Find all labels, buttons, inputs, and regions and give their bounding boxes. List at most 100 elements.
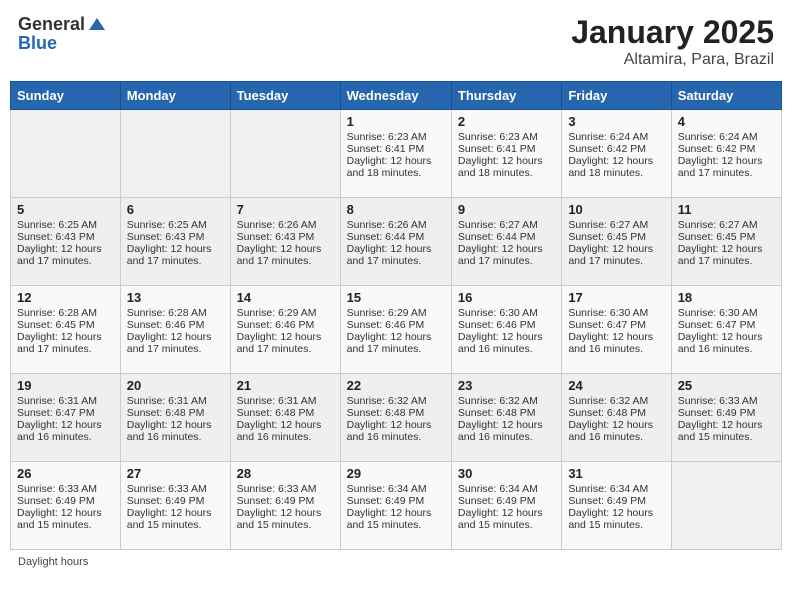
calendar-cell: 18 Sunrise: 6:30 AMSunset: 6:47 PMDayligh… [671, 286, 781, 374]
day-number: 16 [458, 290, 555, 305]
calendar-cell: 11 Sunrise: 6:27 AMSunset: 6:45 PMDayligh… [671, 198, 781, 286]
calendar-day-header: Thursday [451, 82, 561, 110]
sunset-text: Sunset: 6:48 PM [568, 407, 664, 419]
sunrise-text: Sunrise: 6:33 AM [237, 483, 334, 495]
daylight-text: Daylight: 12 hours and 17 minutes. [678, 155, 775, 179]
sunrise-text: Sunrise: 6:34 AM [347, 483, 445, 495]
sunrise-text: Sunrise: 6:33 AM [127, 483, 224, 495]
day-number: 26 [17, 466, 114, 481]
day-number: 13 [127, 290, 224, 305]
sunrise-text: Sunrise: 6:31 AM [237, 395, 334, 407]
logo-general: General [18, 15, 85, 35]
day-number: 27 [127, 466, 224, 481]
calendar-cell: 13Sunrise: 6:28 AMSunset: 6:46 PMDayligh… [120, 286, 230, 374]
day-number: 17 [568, 290, 664, 305]
day-number: 5 [17, 202, 114, 217]
sunset-text: Sunset: 6:41 PM [458, 143, 555, 155]
sunrise-text: Sunrise: 6:27 AM [458, 219, 555, 231]
page-subtitle: Altamira, Para, Brazil [571, 51, 774, 69]
sunrise-text: Sunrise: 6:28 AM [17, 307, 114, 319]
sunset-text: Sunset: 6:45 PM [568, 231, 664, 243]
calendar-cell: 9Sunrise: 6:27 AMSunset: 6:44 PMDaylight… [451, 198, 561, 286]
daylight-text: Daylight: 12 hours and 16 minutes. [237, 419, 334, 443]
daylight-text: Daylight: 12 hours and 18 minutes. [568, 155, 664, 179]
sunrise-text: Sunrise: 6:30 AM [568, 307, 664, 319]
title-block: January 2025 Altamira, Para, Brazil [571, 14, 774, 69]
calendar-week-row: 19Sunrise: 6:31 AMSunset: 6:47 PMDayligh… [11, 374, 782, 462]
sunrise-text: Sunrise: 6:34 AM [458, 483, 555, 495]
sunrise-text: Sunrise: 6:28 AM [127, 307, 224, 319]
daylight-text: Daylight: 12 hours and 16 minutes. [568, 419, 664, 443]
sunset-text: Sunset: 6:43 PM [17, 231, 114, 243]
calendar-table: SundayMondayTuesdayWednesdayThursdayFrid… [10, 81, 782, 550]
sunrise-text: Sunrise: 6:25 AM [127, 219, 224, 231]
logo-blue: Blue [18, 34, 107, 54]
page-header: General Blue January 2025 Altamira, Para… [10, 10, 782, 73]
sunrise-text: Sunrise: 6:25 AM [17, 219, 114, 231]
calendar-cell [230, 110, 340, 198]
sunrise-text: Sunrise: 6:32 AM [568, 395, 664, 407]
daylight-text: Daylight: 12 hours and 16 minutes. [127, 419, 224, 443]
day-number: 14 [237, 290, 334, 305]
day-number: 24 [568, 378, 664, 393]
sunrise-text: Sunrise: 6:33 AM [17, 483, 114, 495]
sunset-text: Sunset: 6:48 PM [347, 407, 445, 419]
day-number: 6 [127, 202, 224, 217]
calendar-cell: 24 Sunrise: 6:32 AMSunset: 6:48 PMDayligh… [562, 374, 671, 462]
calendar-cell: 26Sunrise: 6:33 AMSunset: 6:49 PMDayligh… [11, 462, 121, 550]
daylight-text: Daylight: 12 hours and 16 minutes. [568, 331, 664, 355]
daylight-text: Daylight: 12 hours and 16 minutes. [678, 331, 775, 355]
day-number: 31 [568, 466, 664, 481]
calendar-week-row: 1Sunrise: 6:23 AMSunset: 6:41 PMDaylight… [11, 110, 782, 198]
calendar-cell: 3Sunrise: 6:24 AMSunset: 6:42 PMDaylight… [562, 110, 671, 198]
sunset-text: Sunset: 6:42 PM [568, 143, 664, 155]
daylight-text: Daylight: 12 hours and 17 minutes. [347, 243, 445, 267]
calendar-cell: 29Sunrise: 6:34 AMSunset: 6:49 PMDayligh… [340, 462, 451, 550]
sunset-text: Sunset: 6:45 PM [678, 231, 775, 243]
calendar-day-header: Monday [120, 82, 230, 110]
day-number: 28 [237, 466, 334, 481]
sunset-text: Sunset: 6:46 PM [127, 319, 224, 331]
daylight-text: Daylight: 12 hours and 15 minutes. [347, 507, 445, 531]
sunrise-text: Sunrise: 6:27 AM [568, 219, 664, 231]
sunset-text: Sunset: 6:48 PM [237, 407, 334, 419]
calendar-footer: Daylight hours [10, 556, 782, 568]
day-number: 8 [347, 202, 445, 217]
daylight-text: Daylight: 12 hours and 15 minutes. [127, 507, 224, 531]
day-number: 11 [678, 202, 775, 217]
daylight-text: Daylight: 12 hours and 15 minutes. [568, 507, 664, 531]
day-number: 22 [347, 378, 445, 393]
calendar-cell: 16Sunrise: 6:30 AMSunset: 6:46 PMDayligh… [451, 286, 561, 374]
sunset-text: Sunset: 6:47 PM [678, 319, 775, 331]
sunset-text: Sunset: 6:49 PM [678, 407, 775, 419]
calendar-cell [120, 110, 230, 198]
sunset-text: Sunset: 6:49 PM [458, 495, 555, 507]
day-number: 25 [678, 378, 775, 393]
daylight-text: Daylight: 12 hours and 17 minutes. [237, 243, 334, 267]
daylight-text: Daylight: 12 hours and 16 minutes. [347, 419, 445, 443]
day-number: 1 [347, 114, 445, 129]
sunrise-text: Sunrise: 6:24 AM [568, 131, 664, 143]
calendar-cell: 4Sunrise: 6:24 AMSunset: 6:42 PMDaylight… [671, 110, 781, 198]
calendar-cell: 21Sunrise: 6:31 AMSunset: 6:48 PMDayligh… [230, 374, 340, 462]
day-number: 15 [347, 290, 445, 305]
sunset-text: Sunset: 6:49 PM [127, 495, 224, 507]
sunrise-text: Sunrise: 6:32 AM [458, 395, 555, 407]
sunset-text: Sunset: 6:43 PM [237, 231, 334, 243]
sunrise-text: Sunrise: 6:30 AM [678, 307, 775, 319]
sunset-text: Sunset: 6:49 PM [17, 495, 114, 507]
day-number: 18 [678, 290, 775, 305]
sunrise-text: Sunrise: 6:27 AM [678, 219, 775, 231]
calendar-header-row: SundayMondayTuesdayWednesdayThursdayFrid… [11, 82, 782, 110]
calendar-cell: 23Sunrise: 6:32 AMSunset: 6:48 PMDayligh… [451, 374, 561, 462]
day-number: 10 [568, 202, 664, 217]
daylight-text: Daylight: 12 hours and 17 minutes. [347, 331, 445, 355]
daylight-label: Daylight hours [18, 556, 88, 568]
calendar-week-row: 26Sunrise: 6:33 AMSunset: 6:49 PMDayligh… [11, 462, 782, 550]
daylight-text: Daylight: 12 hours and 17 minutes. [678, 243, 775, 267]
calendar-cell: 12Sunrise: 6:28 AMSunset: 6:45 PMDayligh… [11, 286, 121, 374]
day-number: 20 [127, 378, 224, 393]
sunrise-text: Sunrise: 6:33 AM [678, 395, 775, 407]
calendar-day-header: Tuesday [230, 82, 340, 110]
calendar-cell: 8Sunrise: 6:26 AMSunset: 6:44 PMDaylight… [340, 198, 451, 286]
